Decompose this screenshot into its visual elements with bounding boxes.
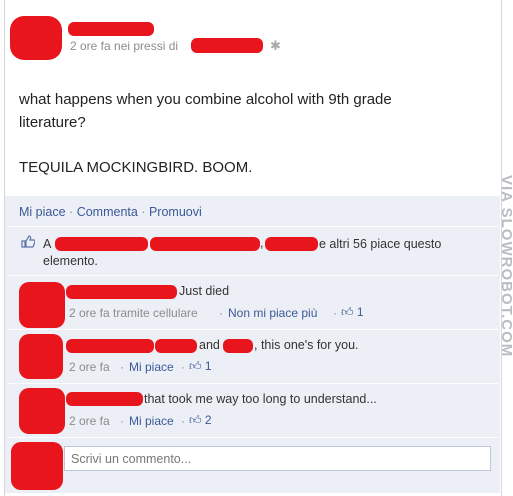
liker-name[interactable] xyxy=(55,237,148,251)
thumbs-up-icon xyxy=(21,235,36,253)
commenter-avatar[interactable] xyxy=(19,334,63,379)
comment-text: that took me way too long to understand.… xyxy=(144,392,377,406)
commenter-name[interactable] xyxy=(66,339,154,353)
divider xyxy=(8,437,498,438)
commenter-avatar[interactable] xyxy=(19,388,65,434)
likes-others-text: e altri 56 piace questo xyxy=(319,237,441,251)
comment-time[interactable]: 2 ore fa xyxy=(69,414,110,428)
separator: · xyxy=(181,360,185,374)
likes-line2: elemento. xyxy=(43,254,98,268)
separator: · xyxy=(120,414,124,428)
separator: · xyxy=(120,360,124,374)
watermark: VIA SLOWROBOT.COM xyxy=(498,175,513,358)
comment-time[interactable]: 2 ore fa tramite cellulare xyxy=(69,306,198,320)
comment-likes-count: 2 xyxy=(204,413,212,427)
post-location[interactable] xyxy=(191,38,263,53)
others-link[interactable]: e altri 56 piace questo xyxy=(319,237,441,251)
likes-prefix: A xyxy=(43,237,52,251)
post-text-line: what happens when you combine alcohol wi… xyxy=(19,91,392,108)
separator: · xyxy=(333,306,337,320)
comment-likes[interactable]: 👍︎ 2 xyxy=(189,413,212,428)
comment-likes[interactable]: 👍︎ 1 xyxy=(189,359,212,374)
author-name[interactable] xyxy=(68,22,154,36)
post-text: what happens when you combine alcohol wi… xyxy=(19,88,459,179)
comment-text: , this one's for you. xyxy=(254,338,359,352)
like-link[interactable]: Mi piace xyxy=(129,360,174,374)
separator: · xyxy=(69,205,74,219)
comment-text-and: and xyxy=(199,338,220,352)
divider xyxy=(8,226,498,227)
liker-name[interactable] xyxy=(265,237,318,251)
post-text-line: literature? xyxy=(19,114,86,131)
like-link[interactable]: Mi piace xyxy=(19,205,66,219)
thumbs-up-icon: 👍︎ xyxy=(189,359,202,373)
divider xyxy=(8,275,498,276)
commenter-name[interactable] xyxy=(66,392,143,406)
comment-input[interactable]: Scrivi un commento... xyxy=(64,446,491,471)
comment-likes-count: 1 xyxy=(356,305,364,319)
tagged-name[interactable] xyxy=(223,339,253,353)
divider xyxy=(8,329,498,330)
post-timestamp[interactable]: 2 ore fa nei pressi di xyxy=(70,39,178,53)
liker-name[interactable] xyxy=(150,237,260,251)
commenter-avatar[interactable] xyxy=(19,282,65,328)
tagged-name[interactable] xyxy=(155,339,197,353)
divider xyxy=(8,383,498,384)
separator: · xyxy=(219,306,223,320)
likes-comma: , xyxy=(260,236,264,250)
unlike-link[interactable]: Non mi piace più xyxy=(228,306,317,320)
comment-likes-count: 1 xyxy=(204,359,212,373)
author-avatar[interactable] xyxy=(10,16,62,60)
thumbs-up-icon: 👍︎ xyxy=(341,305,354,319)
gear-icon[interactable]: ✱ xyxy=(270,38,281,54)
comment-likes[interactable]: 👍︎ 1 xyxy=(341,305,364,320)
thumbs-up-icon: 👍︎ xyxy=(189,413,202,427)
comment-input-placeholder: Scrivi un commento... xyxy=(71,452,192,466)
post-text-line: TEQUILA MOCKINGBIRD. BOOM. xyxy=(19,159,253,176)
comment-link[interactable]: Commenta xyxy=(77,205,138,219)
promote-link[interactable]: Promuovi xyxy=(149,205,202,219)
separator: · xyxy=(181,414,185,428)
comment-text: Just died xyxy=(179,284,230,298)
like-link[interactable]: Mi piace xyxy=(129,414,174,428)
action-bar: Mi piace · Commenta · Promuovi xyxy=(19,205,202,219)
commenter-name[interactable] xyxy=(66,285,177,299)
comment-time[interactable]: 2 ore fa xyxy=(69,360,110,374)
separator: · xyxy=(141,205,146,219)
viewer-avatar xyxy=(11,442,63,490)
